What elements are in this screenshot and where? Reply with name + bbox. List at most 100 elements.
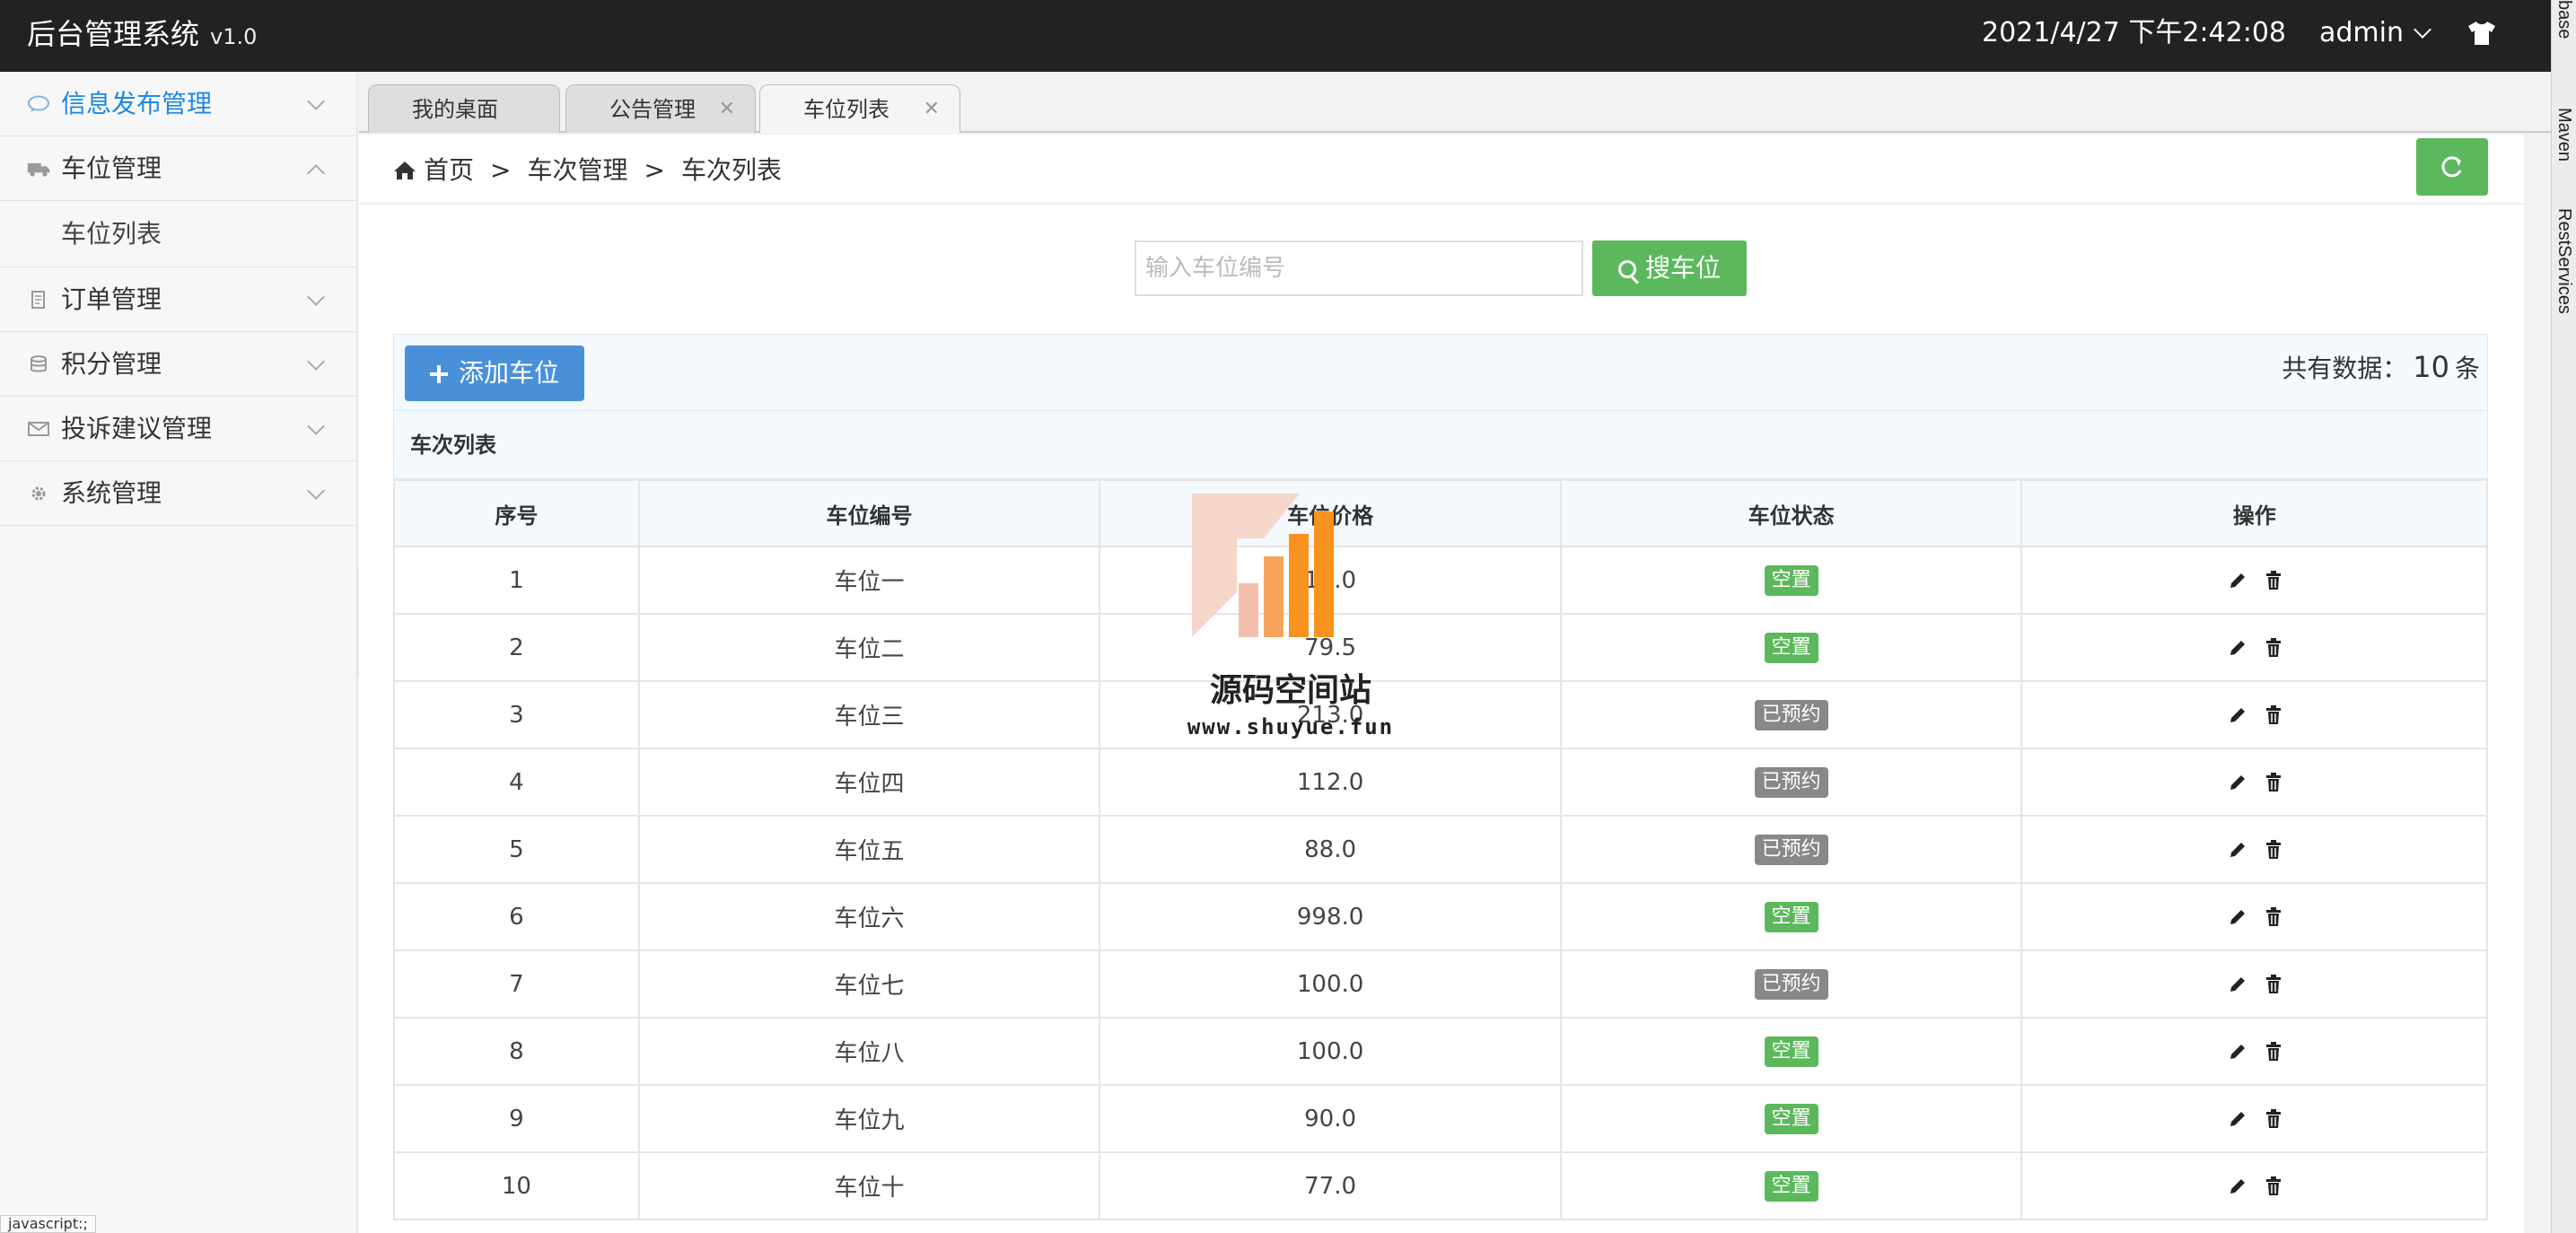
table-row: 5 车位五 88.0 已预约 xyxy=(393,815,2488,884)
trash-icon[interactable] xyxy=(2265,975,2282,994)
database-icon xyxy=(31,355,47,372)
status-badge: 空置 xyxy=(1764,1103,1818,1134)
trash-icon[interactable] xyxy=(2265,1109,2282,1129)
cell-actions xyxy=(2020,680,2488,749)
cell-status: 空置 xyxy=(1559,1017,2023,1086)
trash-icon[interactable] xyxy=(2265,1176,2282,1196)
cell-status: 已预约 xyxy=(1559,680,2023,749)
search-button[interactable]: 搜车位 xyxy=(1592,240,1747,296)
tab-my-desktop[interactable]: 我的桌面 xyxy=(368,84,560,133)
close-icon[interactable]: ✕ xyxy=(924,85,940,134)
edit-icon[interactable] xyxy=(2228,975,2247,994)
col-header-actions: 操作 xyxy=(2020,479,2488,547)
breadcrumb: 首页 > 车次管理 > 车次列表 xyxy=(393,153,782,188)
home-icon xyxy=(394,162,416,179)
trash-icon[interactable] xyxy=(2265,571,2282,590)
edit-icon[interactable] xyxy=(2228,571,2247,590)
sidebar-item-orders[interactable]: 订单管理 xyxy=(0,267,356,332)
breadcrumb-home[interactable]: 首页 xyxy=(424,155,474,185)
search-input[interactable] xyxy=(1135,240,1583,296)
edit-icon[interactable] xyxy=(2228,773,2247,792)
watermark-url: www.shuyue.fun xyxy=(1187,714,1395,739)
cell-no: 5 xyxy=(393,815,640,884)
edit-icon[interactable] xyxy=(2228,840,2247,860)
trash-icon[interactable] xyxy=(2265,840,2282,860)
table-row: 7 车位七 100.0 已预约 xyxy=(393,949,2488,1019)
cell-actions xyxy=(2020,748,2488,817)
watermark-logo xyxy=(1192,494,1334,637)
col-header-no: 序号 xyxy=(393,479,640,547)
sidebar-item-system[interactable]: 系统管理 xyxy=(0,461,356,526)
trash-icon[interactable] xyxy=(2265,638,2282,658)
tab-label: 公告管理 xyxy=(609,97,696,122)
tshirt-icon[interactable] xyxy=(2466,18,2497,48)
tab-parking-list[interactable]: 车位列表 ✕ xyxy=(759,84,960,133)
edit-icon[interactable] xyxy=(2228,1109,2247,1129)
refresh-button[interactable] xyxy=(2416,138,2488,196)
parking-table: 序号 车位编号 车位价格 车位状态 操作 1车位一10.0空置2车位二79.5空… xyxy=(393,479,2488,1220)
cell-actions xyxy=(2020,1084,2488,1153)
add-parking-button[interactable]: 添加车位 xyxy=(405,345,584,401)
tab-announcements[interactable]: 公告管理 ✕ xyxy=(565,84,756,133)
table-header-row: 序号 车位编号 车位价格 车位状态 操作 xyxy=(393,479,2488,547)
datetime-display: 2021/4/27 下午2:42:08 xyxy=(1982,17,2287,48)
chevron-up-icon xyxy=(307,164,325,182)
cell-actions xyxy=(2020,815,2488,884)
status-badge: 空置 xyxy=(1764,1170,1818,1202)
sidebar-item-label: 信息发布管理 xyxy=(61,89,213,118)
search-button-label: 搜车位 xyxy=(1644,253,1721,283)
cell-no: 9 xyxy=(393,1084,640,1153)
gear-icon xyxy=(31,486,46,501)
breadcrumb-section[interactable]: 车次管理 xyxy=(527,155,627,185)
sidebar-subitem-parking-list[interactable]: 车位列表 xyxy=(0,201,356,267)
sidebar-item-points[interactable]: 积分管理 xyxy=(0,332,356,397)
sidebar-item-label: 系统管理 xyxy=(61,478,162,508)
cell-no: 8 xyxy=(393,1017,640,1086)
cell-status: 空置 xyxy=(1559,882,2023,951)
trash-icon[interactable] xyxy=(2265,1042,2282,1062)
sidebar-item-label: 投诉建议管理 xyxy=(61,414,213,443)
cell-status: 已预约 xyxy=(1559,748,2023,817)
trash-icon[interactable] xyxy=(2265,773,2282,792)
sidebar-item-complaints[interactable]: 投诉建议管理 xyxy=(0,397,356,461)
cell-price: 100.0 xyxy=(1099,949,1562,1019)
edit-icon[interactable] xyxy=(2228,1176,2247,1196)
edit-icon[interactable] xyxy=(2228,907,2247,927)
edit-icon[interactable] xyxy=(2228,1042,2247,1062)
chevron-down-icon xyxy=(2414,21,2431,39)
ide-maven-tab[interactable]: Maven xyxy=(2554,108,2574,162)
cell-status: 空置 xyxy=(1559,546,2023,615)
cell-code: 车位四 xyxy=(637,748,1101,817)
table-row: 8 车位八 100.0 空置 xyxy=(393,1017,2488,1086)
cell-no: 1 xyxy=(393,546,640,615)
cell-code: 车位一 xyxy=(637,546,1101,615)
total-prefix: 共有数据： xyxy=(2282,354,2408,383)
cell-no: 7 xyxy=(393,949,640,1019)
breadcrumb-divider xyxy=(359,203,2524,205)
tab-bar: 我的桌面 公告管理 ✕ 车位列表 ✕ xyxy=(359,72,2551,133)
refresh-icon xyxy=(2441,156,2462,178)
cell-price: 88.0 xyxy=(1099,815,1562,884)
trash-icon[interactable] xyxy=(2265,705,2282,725)
cell-code: 车位九 xyxy=(637,1084,1101,1153)
app-name: 后台管理系统 xyxy=(27,17,200,51)
app-version: v1.0 xyxy=(210,24,258,49)
cell-code: 车位五 xyxy=(637,815,1101,884)
user-name: admin xyxy=(2319,17,2404,48)
edit-icon[interactable] xyxy=(2228,638,2247,658)
edit-icon[interactable] xyxy=(2228,705,2247,725)
cell-code: 车位三 xyxy=(637,680,1101,749)
ide-restservices-tab[interactable]: RestServices xyxy=(2554,208,2574,314)
app-title: 后台管理系统 v1.0 xyxy=(27,0,257,72)
col-header-code: 车位编号 xyxy=(637,479,1101,547)
close-icon[interactable]: ✕ xyxy=(719,85,735,134)
table-row: 6 车位六 998.0 空置 xyxy=(393,882,2488,951)
cell-actions xyxy=(2020,613,2488,682)
sidebar-item-info-publish[interactable]: 信息发布管理 xyxy=(0,72,356,136)
cell-actions xyxy=(2020,1151,2488,1220)
cell-no: 10 xyxy=(393,1151,640,1220)
ide-base-label: base xyxy=(2554,0,2574,39)
trash-icon[interactable] xyxy=(2265,907,2282,927)
sidebar-item-parking[interactable]: 车位管理 xyxy=(0,136,356,201)
user-menu[interactable]: admin xyxy=(2319,0,2431,66)
